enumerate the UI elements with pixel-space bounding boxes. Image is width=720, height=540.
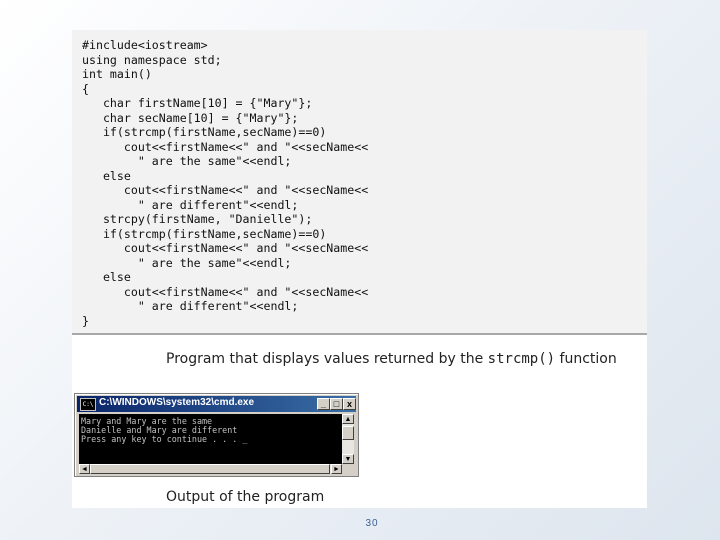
maximize-button[interactable]: □ [330, 398, 343, 410]
cmd-window[interactable]: C:\ C:\WINDOWS\system32\cmd.exe _ □ x Ma… [74, 393, 359, 477]
cmd-titlebar[interactable]: C:\ C:\WINDOWS\system32\cmd.exe _ □ x [77, 396, 356, 412]
code-line: else [82, 169, 131, 183]
program-caption-suffix: function [555, 351, 617, 367]
code-listing: #include<iostream> using namespace std; … [72, 30, 647, 335]
code-line: char firstName[10] = {"Mary"}; [82, 96, 313, 110]
program-caption: Program that displays values returned by… [166, 351, 617, 367]
code-line: cout<<firstName<<" and "<<secName<< [82, 183, 369, 197]
window-title: C:\WINDOWS\system32\cmd.exe [99, 397, 255, 408]
horizontal-scrollbar[interactable]: ◄ ► [79, 464, 342, 474]
code-line: #include<iostream> [82, 38, 208, 52]
horizontal-scroll-thumb[interactable] [90, 464, 330, 474]
code-line: int main() [82, 67, 152, 81]
console-icon: C:\ [80, 398, 96, 411]
slide-panel: #include<iostream> using namespace std; … [72, 30, 647, 508]
code-line: " are the same"<<endl; [82, 154, 292, 168]
code-line: } [82, 314, 89, 328]
output-caption: Output of the program [166, 489, 325, 505]
scroll-left-button[interactable]: ◄ [79, 464, 90, 474]
console-output[interactable]: Mary and Mary are the same Danielle and … [79, 414, 342, 464]
code-line: { [82, 82, 89, 96]
code-line: char secName[10] = {"Mary"}; [82, 111, 299, 125]
program-caption-code: strcmp() [487, 351, 556, 367]
code-line: else [82, 270, 131, 284]
code-line: using namespace std; [82, 53, 222, 67]
code-line: strcpy(firstName, "Danielle"); [82, 212, 313, 226]
close-button[interactable]: x [343, 398, 356, 410]
console-line: Press any key to continue . . . _ [81, 434, 248, 444]
scroll-up-button[interactable]: ▲ [342, 414, 354, 424]
code-line: " are different"<<endl; [82, 299, 299, 313]
code-line: " are the same"<<endl; [82, 256, 292, 270]
vertical-scrollbar[interactable]: ▲ ▼ [342, 414, 354, 464]
code-line: " are different"<<endl; [82, 198, 299, 212]
code-line: if(strcmp(firstName,secName)==0) [82, 227, 327, 241]
program-caption-text: Program that displays values returned by… [166, 351, 488, 367]
page-number: 30 [365, 518, 379, 529]
scroll-right-button[interactable]: ► [331, 464, 342, 474]
minimize-button[interactable]: _ [317, 398, 330, 410]
scroll-down-button[interactable]: ▼ [342, 454, 354, 464]
code-line: cout<<firstName<<" and "<<secName<< [82, 241, 369, 255]
code-line: cout<<firstName<<" and "<<secName<< [82, 285, 369, 299]
code-line: if(strcmp(firstName,secName)==0) [82, 125, 327, 139]
scroll-thumb[interactable] [342, 426, 354, 440]
code-line: cout<<firstName<<" and "<<secName<< [82, 140, 369, 154]
